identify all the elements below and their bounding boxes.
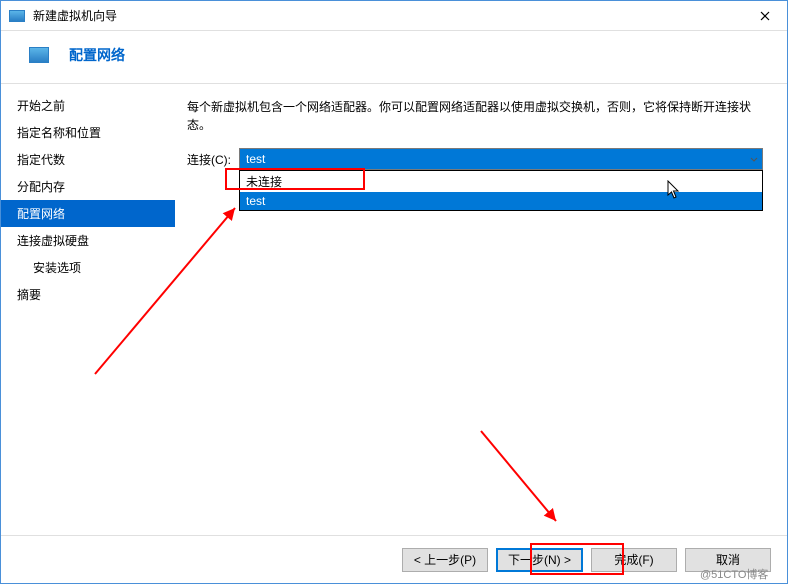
footer: < 上一步(P) 下一步(N) > 完成(F) 取消 <box>1 535 787 583</box>
cursor-icon <box>667 180 681 200</box>
chevron-down-icon <box>750 152 758 166</box>
sidebar-item-install[interactable]: 安装选项 <box>1 254 175 281</box>
connection-label: 连接(C): <box>187 151 239 168</box>
page-header: 配置网络 <box>1 31 787 84</box>
connection-dropdown: 未连接 test <box>239 170 763 211</box>
titlebar: 新建虚拟机向导 <box>1 1 787 31</box>
sidebar: 开始之前 指定名称和位置 指定代数 分配内存 配置网络 连接虚拟硬盘 安装选项 … <box>1 84 175 559</box>
close-icon <box>760 11 770 21</box>
sidebar-item-summary[interactable]: 摘要 <box>1 281 175 308</box>
sidebar-item-disk[interactable]: 连接虚拟硬盘 <box>1 227 175 254</box>
window-title: 新建虚拟机向导 <box>33 7 751 24</box>
app-icon <box>9 10 25 22</box>
sidebar-item-network[interactable]: 配置网络 <box>1 200 175 227</box>
sidebar-item-name[interactable]: 指定名称和位置 <box>1 119 175 146</box>
close-button[interactable] <box>751 6 779 26</box>
sidebar-item-generation[interactable]: 指定代数 <box>1 146 175 173</box>
watermark: @51CTO博客 <box>700 566 782 584</box>
connection-select[interactable]: test <box>239 148 763 170</box>
wizard-window: 新建虚拟机向导 配置网络 开始之前 指定名称和位置 指定代数 分配内存 配置网络… <box>0 0 788 584</box>
page-title: 配置网络 <box>69 45 125 65</box>
content-area: 每个新虚拟机包含一个网络适配器。你可以配置网络适配器以使用虚拟交换机，否则，它将… <box>175 84 787 559</box>
finish-button[interactable]: 完成(F) <box>591 548 677 572</box>
select-value: test <box>246 152 265 166</box>
prev-button[interactable]: < 上一步(P) <box>402 548 488 572</box>
next-button[interactable]: 下一步(N) > <box>496 548 583 572</box>
sidebar-item-memory[interactable]: 分配内存 <box>1 173 175 200</box>
dropdown-option-none[interactable]: 未连接 <box>240 171 762 192</box>
connection-field: 连接(C): test 未连接 test <box>187 148 763 170</box>
body: 开始之前 指定名称和位置 指定代数 分配内存 配置网络 连接虚拟硬盘 安装选项 … <box>1 84 787 559</box>
sidebar-item-start[interactable]: 开始之前 <box>1 92 175 119</box>
header-icon <box>29 47 49 63</box>
description-text: 每个新虚拟机包含一个网络适配器。你可以配置网络适配器以使用虚拟交换机，否则，它将… <box>187 98 763 134</box>
dropdown-option-test[interactable]: test <box>240 192 762 210</box>
